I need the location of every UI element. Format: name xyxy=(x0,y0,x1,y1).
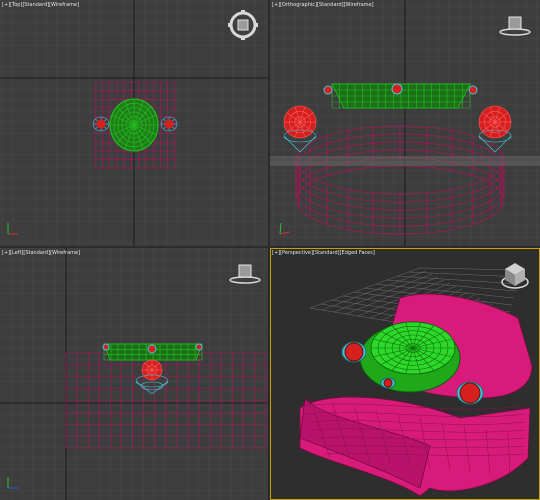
viewport-menu-plus[interactable]: [+] xyxy=(272,2,280,8)
axis-tripod-icon xyxy=(279,222,291,235)
viewport-menu-plus[interactable]: [+] xyxy=(2,250,10,256)
axis-tripod-icon xyxy=(7,223,18,235)
viewport-shading-preset-label[interactable]: [Standard] xyxy=(23,250,50,256)
viewcube-icon[interactable] xyxy=(226,8,260,42)
gem xyxy=(323,85,333,95)
viewport-visual-style-label[interactable]: [Edged Faces] xyxy=(340,250,375,256)
viewport-visual-style-label[interactable]: [Wireframe] xyxy=(50,250,80,256)
viewcube-icon[interactable] xyxy=(498,260,532,294)
axis-tripod-icon xyxy=(7,477,18,489)
viewcube-icon[interactable] xyxy=(228,262,262,288)
band-wireframe xyxy=(65,352,267,449)
viewport-point-of-view-label[interactable]: [Top] xyxy=(10,2,22,8)
viewport-shading-preset-label[interactable]: [Standard] xyxy=(317,2,344,8)
viewport-menu-plus[interactable]: [+] xyxy=(272,250,280,256)
viewport-left[interactable]: [+][Left][Standard][Wireframe] xyxy=(0,248,268,500)
viewport-point-of-view-label[interactable]: [Perspective] xyxy=(280,250,313,256)
gem xyxy=(459,382,481,404)
gem xyxy=(344,342,364,362)
gem xyxy=(383,378,393,388)
viewport-perspective[interactable]: [+][Perspective][Standard][Edged Faces] xyxy=(270,248,540,500)
ground-plane xyxy=(270,156,540,166)
viewport-shading-preset-label[interactable]: [Standard] xyxy=(313,250,340,256)
viewport-orthographic[interactable]: [+][Orthographic][Standard][Wireframe] xyxy=(270,0,540,246)
gem xyxy=(391,83,403,95)
viewport-point-of-view-label[interactable]: [Orthographic] xyxy=(280,2,317,8)
gem xyxy=(96,119,106,129)
gem xyxy=(468,85,478,95)
viewport-top[interactable]: [+][Top][Standard][Wireframe] xyxy=(0,0,268,246)
viewport-shading-preset-label[interactable]: [Standard] xyxy=(22,2,49,8)
viewport-left-label: [+][Left][Standard][Wireframe] xyxy=(2,250,80,256)
viewport-visual-style-label[interactable]: [Wireframe] xyxy=(49,2,79,8)
viewcube-icon[interactable] xyxy=(498,14,532,40)
gem xyxy=(147,344,157,354)
viewport-orthographic-label: [+][Orthographic][Standard][Wireframe] xyxy=(272,2,374,8)
viewport-top-label: [+][Top][Standard][Wireframe] xyxy=(2,2,79,8)
band-wireframe xyxy=(295,125,505,235)
viewport-perspective-label: [+][Perspective][Standard][Edged Faces] xyxy=(272,250,375,256)
gem xyxy=(102,343,110,351)
gem xyxy=(195,343,203,351)
viewport-menu-plus[interactable]: [+] xyxy=(2,2,10,8)
dome-wireframe xyxy=(109,98,159,152)
gem-wireframe xyxy=(141,359,163,381)
viewport-visual-style-label[interactable]: [Wireframe] xyxy=(344,2,374,8)
viewport-point-of-view-label[interactable]: [Left] xyxy=(10,250,23,256)
gem xyxy=(164,119,174,129)
